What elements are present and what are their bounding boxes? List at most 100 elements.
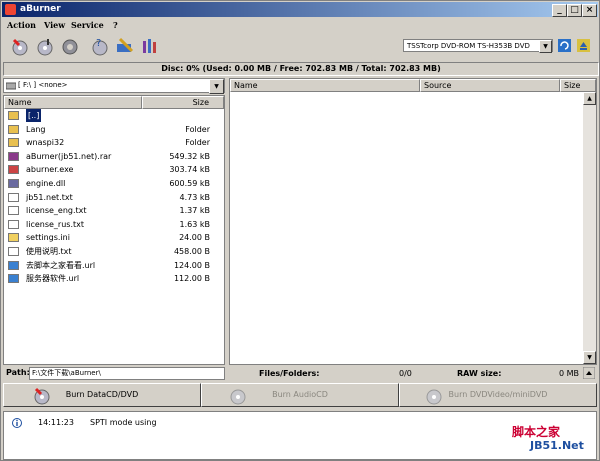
source-drive-combo[interactable]: [ F:\ ] <none> ▼ [3,78,225,94]
info-icon [12,418,22,428]
burn-audio-icon[interactable] [34,36,56,56]
column-header-name[interactable]: Name [4,96,142,109]
source-panel: [ F:\ ] <none> ▼ Name Size [..] Lang Folde… [3,78,225,365]
file-url-icon [8,274,19,284]
scroll-down-arrow-icon[interactable]: ▼ [583,351,596,364]
file-row[interactable]: [..] [4,109,224,122]
chevron-down-icon[interactable]: ▼ [209,79,224,94]
menu-view[interactable]: View [44,20,65,30]
file-row[interactable]: wnaspi32 Folder [4,136,224,149]
main-window: aBurner _ □ × Action View Service ? ? TS… [0,0,600,461]
burn-data-button[interactable]: Burn DataCD/DVD [3,383,201,407]
raw-size-value: 0 MB [559,369,580,378]
file-size: 4.73 kB [179,192,210,202]
file-row[interactable]: license_rus.txt 1.63 kB [4,218,224,231]
menu-bar: Action View Service ? [1,18,599,32]
svg-text:?: ? [96,38,101,49]
folder-icon [8,138,19,148]
menu-help[interactable]: ? [113,20,118,30]
file-row[interactable]: 服务器软件.url 112.00 B [4,272,224,285]
files-folders-value: 0/0 [399,369,412,378]
burn-video-label: Burn DVDVideo/miniDVD [448,390,548,399]
file-row[interactable]: jb51.net.txt 4.73 kB [4,191,224,204]
column-header-name[interactable]: Name [230,79,420,92]
scroll-up-arrow-icon[interactable]: ▲ [583,92,596,105]
file-size: 458.00 B [173,247,210,256]
file-txt-icon [8,247,19,256]
drive-select[interactable]: TSSTcorp DVD-ROM TS-H353B DVD ▼ [403,39,553,53]
file-name: settings.ini [26,233,70,243]
eject-icon[interactable] [577,39,590,52]
file-name: aburner.exe [26,165,74,175]
column-header-size[interactable]: Size [142,96,224,109]
menu-service[interactable]: Service [71,20,104,30]
close-button[interactable]: × [582,4,597,17]
file-name: license_eng.txt [26,206,87,216]
burn-video-button[interactable]: Burn DVDVideo/miniDVD [399,383,597,407]
folder-icon [8,111,19,120]
file-size: 549.32 kB [169,151,210,161]
file-list[interactable]: Name Size [..] Lang Folder wnaspi32 Folder aB… [3,95,225,365]
path-label: Path: [6,368,30,377]
settings-tools-icon[interactable] [114,36,136,56]
file-name: 服务器软件.url [26,274,80,284]
file-name: engine.dll [26,179,66,188]
menu-action[interactable]: Action [7,20,36,30]
log-time: 14:11:23 [38,418,74,427]
file-row[interactable]: 使用说明.txt 458.00 B [4,245,224,258]
file-size: 1.37 kB [179,206,210,216]
watermark-url: JB51.Net [530,439,584,452]
path-row: Path: F:\文件下载\aBurner\ [3,367,225,381]
file-dll-icon [8,179,19,188]
file-row[interactable]: license_eng.txt 1.37 kB [4,204,224,217]
file-size: 112.00 B [173,274,210,284]
raw-size-label: RAW size: [457,369,502,378]
file-txt-icon [8,206,19,216]
options-icon[interactable] [139,36,161,56]
scroll-up-arrow-icon[interactable] [582,366,596,380]
file-name: 使用说明.txt [26,247,72,256]
log-entry: 14:11:23 SPTI mode using [4,418,596,430]
erase-disc-icon[interactable] [59,36,81,56]
file-size: 600.59 kB [169,179,210,188]
refresh-icon[interactable] [558,39,571,52]
file-ini-icon [8,233,19,243]
file-row[interactable]: engine.dll 600.59 kB [4,177,224,190]
disc-status: Disc: 0% (Used: 0.00 MB / Free: 702.83 M… [3,62,599,76]
file-row[interactable]: settings.ini 24.00 B [4,231,224,244]
file-name: wnaspi32 [26,138,65,148]
file-txt-icon [8,219,19,229]
file-name: aBurner(jb51.net).rar [26,151,112,161]
chevron-down-icon[interactable]: ▼ [539,40,552,53]
compilation-panel[interactable]: Name Source Size ▲ ▼ [229,78,597,365]
file-row[interactable]: Lang Folder [4,123,224,136]
log-panel[interactable]: 14:11:23 SPTI mode using [3,411,597,460]
file-size: 1.63 kB [179,219,210,229]
files-folders-label: Files/Folders: [259,369,320,378]
burn-audio-label: Burn AudioCD [272,390,328,399]
burn-audio-button[interactable]: Burn AudioCD [201,383,399,407]
file-row[interactable]: aburner.exe 303.74 kB [4,163,224,176]
help-icon[interactable]: ? [89,36,111,56]
path-input[interactable]: F:\文件下载\aBurner\ [29,367,225,380]
file-row[interactable]: 去脚本之家看看.url 124.00 B [4,259,224,272]
minimize-button[interactable]: _ [552,4,567,17]
file-row[interactable]: aBurner(jb51.net).rar 549.32 kB [4,150,224,163]
drive-icon [6,82,16,90]
compilation-stats: Files/Folders: 0/0 RAW size: 0 MB [229,366,597,381]
file-name: jb51.net.txt [26,192,73,202]
column-header-size[interactable]: Size [560,79,596,92]
file-name: license_rus.txt [26,219,85,229]
source-drive-label: [ F:\ ] <none> [18,81,68,89]
burn-bar: Burn DataCD/DVD Burn AudioCD Burn DVDVid… [3,383,597,407]
maximize-button[interactable]: □ [567,4,582,17]
file-name: 去脚本之家看看.url [26,260,96,270]
vertical-scrollbar[interactable]: ▲ ▼ [583,92,596,364]
column-header-source[interactable]: Source [420,79,560,92]
file-rar-icon [8,151,19,161]
burn-data-icon[interactable] [9,36,31,56]
title-bar: aBurner _ □ × [2,2,598,17]
file-size: 303.74 kB [169,165,210,175]
burn-data-label: Burn DataCD/DVD [65,390,139,399]
watermark-text: 脚本之家 [512,425,561,439]
